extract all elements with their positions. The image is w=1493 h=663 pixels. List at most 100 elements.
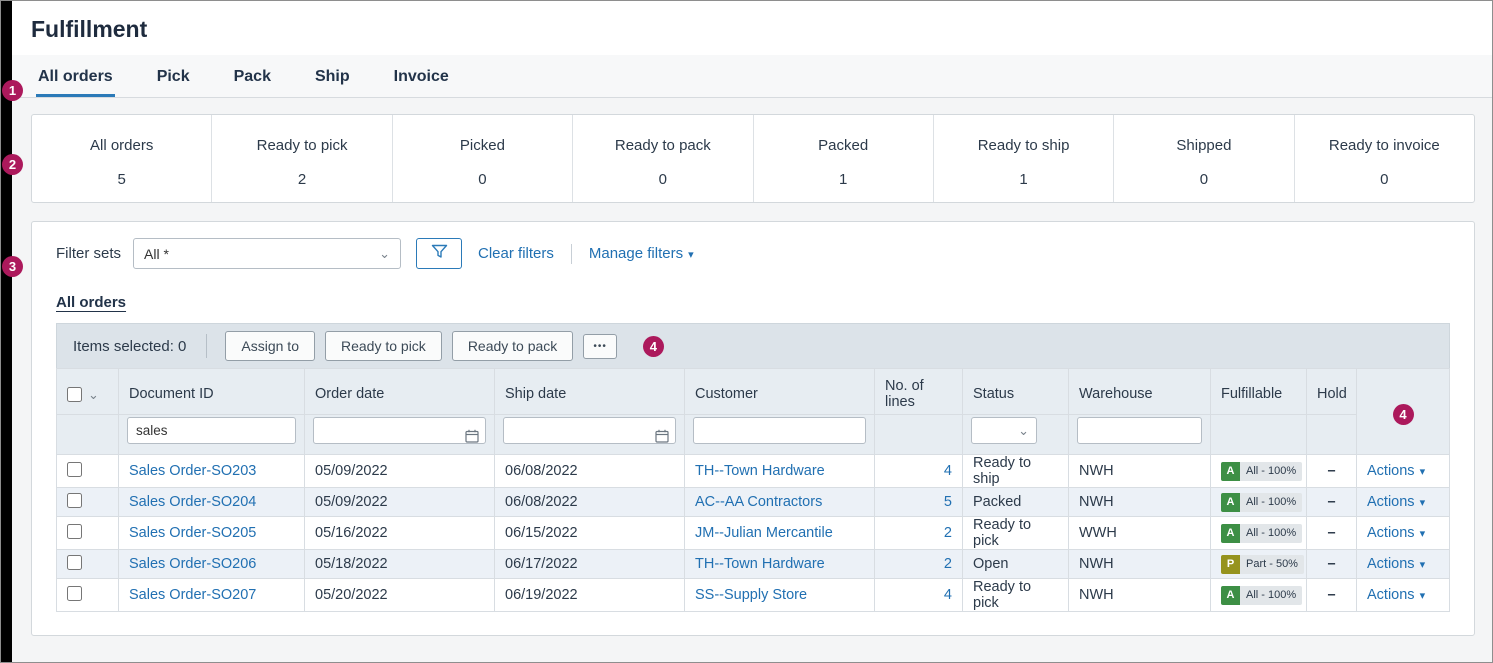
row-checkbox[interactable] [67, 462, 82, 477]
order-date-filter-input[interactable] [313, 417, 486, 444]
column-header-fulfillable[interactable]: Fulfillable [1211, 369, 1307, 415]
lines-link[interactable]: 4 [944, 587, 952, 603]
calendar-icon[interactable] [465, 429, 479, 447]
row-checkbox[interactable] [67, 524, 82, 539]
summary-card-ready-to-pack[interactable]: Ready to pack 0 [572, 115, 752, 202]
summary-card-ready-to-pick[interactable]: Ready to pick 2 [211, 115, 391, 202]
actions-menu-button[interactable]: Actions▾ [1367, 587, 1425, 603]
ship-date-cell: 06/08/2022 [495, 455, 685, 488]
row-checkbox-cell [57, 550, 119, 579]
column-header-status[interactable]: Status [963, 369, 1069, 415]
items-selected-label: Items selected: 0 [73, 338, 186, 355]
row-checkbox[interactable] [67, 586, 82, 601]
chevron-down-icon[interactable]: ⌄ [88, 388, 99, 401]
fulfillable-badge: PPart - 50% [1221, 555, 1304, 574]
summary-card-ready-to-invoice[interactable]: Ready to invoice 0 [1294, 115, 1474, 202]
customer-cell: AC--AA Contractors [685, 488, 875, 517]
column-header-ship-date[interactable]: Ship date [495, 369, 685, 415]
actions-menu-button[interactable]: Actions▾ [1367, 463, 1425, 479]
fulfillable-letter: A [1221, 462, 1240, 481]
customer-link[interactable]: SS--Supply Store [695, 587, 807, 603]
actions-label: Actions [1367, 463, 1415, 479]
document-id-link[interactable]: Sales Order-SO205 [129, 525, 256, 541]
tab-bar: All orders Pick Pack Ship Invoice [12, 55, 1492, 98]
customer-link[interactable]: AC--AA Contractors [695, 494, 822, 510]
document-id-link[interactable]: Sales Order-SO203 [129, 463, 256, 479]
caret-down-icon: ▾ [1420, 559, 1426, 571]
row-checkbox[interactable] [67, 555, 82, 570]
document-id-link[interactable]: Sales Order-SO207 [129, 587, 256, 603]
summary-label: Packed [754, 137, 933, 154]
lines-link[interactable]: 2 [944, 556, 952, 572]
summary-card-all-orders[interactable]: All orders 5 [32, 115, 211, 202]
row-checkbox[interactable] [67, 493, 82, 508]
column-header-customer[interactable]: Customer [685, 369, 875, 415]
row-checkbox-cell [57, 517, 119, 550]
more-actions-button[interactable]: ••• [583, 334, 617, 359]
fulfillable-cell: AAll - 100% [1211, 488, 1307, 517]
select-all-checkbox[interactable] [67, 387, 82, 402]
document-id-link[interactable]: Sales Order-SO206 [129, 556, 256, 572]
ready-to-pack-button[interactable]: Ready to pack [452, 331, 574, 361]
summary-card-shipped[interactable]: Shipped 0 [1113, 115, 1293, 202]
column-header-no-of-lines[interactable]: No. of lines [875, 369, 963, 415]
customer-cell: SS--Supply Store [685, 579, 875, 612]
ship-date-cell: 06/08/2022 [495, 488, 685, 517]
select-all-header: ⌄ [57, 369, 119, 415]
ready-to-pick-button[interactable]: Ready to pick [325, 331, 442, 361]
document-id-filter-input[interactable] [127, 417, 296, 444]
column-header-warehouse[interactable]: Warehouse [1069, 369, 1211, 415]
summary-label: Shipped [1114, 137, 1293, 154]
filter-cell-fulfillable [1211, 415, 1307, 455]
filter-settings-button[interactable] [416, 238, 462, 269]
column-header-hold[interactable]: Hold [1307, 369, 1357, 415]
grid-title-row: All orders [56, 294, 1450, 312]
column-header-order-date[interactable]: Order date [305, 369, 495, 415]
status-filter-select[interactable]: ⌄ [971, 417, 1037, 444]
filter-cell-no-of-lines [875, 415, 963, 455]
actions-menu-button[interactable]: Actions▾ [1367, 525, 1425, 541]
customer-filter-input[interactable] [693, 417, 866, 444]
actions-menu-button[interactable]: Actions ▾ [1367, 556, 1425, 572]
tab-pack[interactable]: Pack [232, 55, 273, 97]
manage-filters-link[interactable]: Manage filters▾ [589, 245, 694, 262]
hold-cell: – [1307, 517, 1357, 550]
lines-link[interactable]: 2 [944, 525, 952, 541]
customer-link[interactable]: TH--Town Hardware [695, 556, 825, 572]
lines-link[interactable]: 5 [944, 494, 952, 510]
summary-card-packed[interactable]: Packed 1 [753, 115, 933, 202]
hold-cell: – [1307, 488, 1357, 517]
calendar-icon[interactable] [655, 429, 669, 447]
actions-cell: Actions▾ [1357, 455, 1450, 488]
filter-funnel-icon [431, 243, 448, 265]
column-header-document-id[interactable]: Document ID [119, 369, 305, 415]
clear-filters-link[interactable]: Clear filters [478, 245, 554, 262]
actions-menu-button[interactable]: Actions▾ [1367, 494, 1425, 510]
actions-cell: Actions▾ [1357, 517, 1450, 550]
summary-card-picked[interactable]: Picked 0 [392, 115, 572, 202]
fulfillable-cell: PPart - 50% [1211, 550, 1307, 579]
tab-all-orders[interactable]: All orders [36, 55, 115, 97]
fulfillable-cell: AAll - 100% [1211, 517, 1307, 550]
table-row: Sales Order-SO204 05/09/2022 06/08/2022 … [57, 488, 1450, 517]
actions-cell: Actions ▾ [1357, 550, 1450, 579]
tab-ship[interactable]: Ship [313, 55, 352, 97]
ship-date-cell: 06/19/2022 [495, 579, 685, 612]
filter-set-select[interactable]: All * ⌄ [133, 238, 401, 269]
warehouse-cell: NWH [1069, 488, 1211, 517]
document-id-link[interactable]: Sales Order-SO204 [129, 494, 256, 510]
customer-link[interactable]: JM--Julian Mercantile [695, 525, 833, 541]
customer-link[interactable]: TH--Town Hardware [695, 463, 825, 479]
warehouse-filter-input[interactable] [1077, 417, 1202, 444]
document-id-cell: Sales Order-SO207 [119, 579, 305, 612]
tab-invoice[interactable]: Invoice [392, 55, 451, 97]
summary-card-ready-to-ship[interactable]: Ready to ship 1 [933, 115, 1113, 202]
lines-cell: 2 [875, 517, 963, 550]
tab-pick[interactable]: Pick [155, 55, 192, 97]
document-id-cell: Sales Order-SO203 [119, 455, 305, 488]
actions-label: Actions [1367, 556, 1415, 572]
summary-label: Picked [393, 137, 572, 154]
ship-date-filter-input[interactable] [503, 417, 676, 444]
assign-to-button[interactable]: Assign to [225, 331, 315, 361]
lines-link[interactable]: 4 [944, 463, 952, 479]
